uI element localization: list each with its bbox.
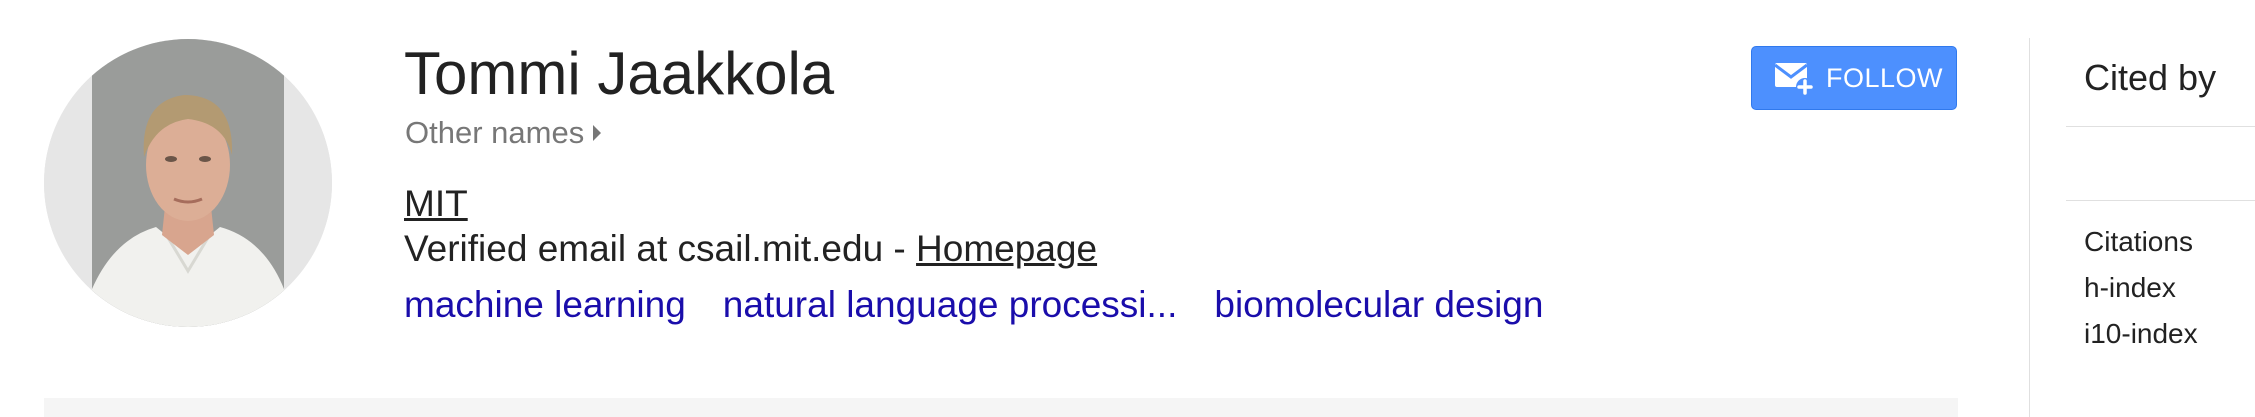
profile-name: Tommi Jaakkola <box>404 40 835 107</box>
follow-label: FOLLOW <box>1826 62 1944 93</box>
avatar <box>44 39 332 327</box>
other-names-label: Other names <box>405 115 585 150</box>
interest-link[interactable]: machine learning <box>404 282 686 328</box>
homepage-link[interactable]: Homepage <box>916 228 1097 269</box>
email-line: Verified email at csail.mit.edu - Homepa… <box>404 226 1097 272</box>
interest-link[interactable]: biomolecular design <box>1214 282 1543 328</box>
vertical-divider <box>2029 38 2030 417</box>
interest-link[interactable]: natural language processi... <box>723 282 1178 328</box>
verified-email-text: Verified email at csail.mit.edu - <box>404 228 917 269</box>
metric-h-index-label: h-index <box>2084 272 2176 303</box>
mail-plus-icon <box>1774 63 1814 96</box>
affiliation-link[interactable]: MIT <box>404 182 468 226</box>
cited-by-divider <box>2066 126 2255 127</box>
follow-button[interactable]: FOLLOW <box>1751 46 1957 110</box>
metric-i10-index-label: i10-index <box>2084 318 2198 349</box>
metric-citations-label: Citations <box>2084 226 2193 257</box>
cited-by-divider <box>2066 200 2255 201</box>
other-names-toggle[interactable]: Other names <box>405 113 602 153</box>
content-top-bar <box>44 398 1958 417</box>
profile-photo <box>44 39 332 327</box>
cited-by-title: Cited by <box>2084 57 2217 98</box>
research-interests: machine learning natural language proces… <box>404 282 1580 328</box>
caret-right-icon <box>593 125 602 141</box>
